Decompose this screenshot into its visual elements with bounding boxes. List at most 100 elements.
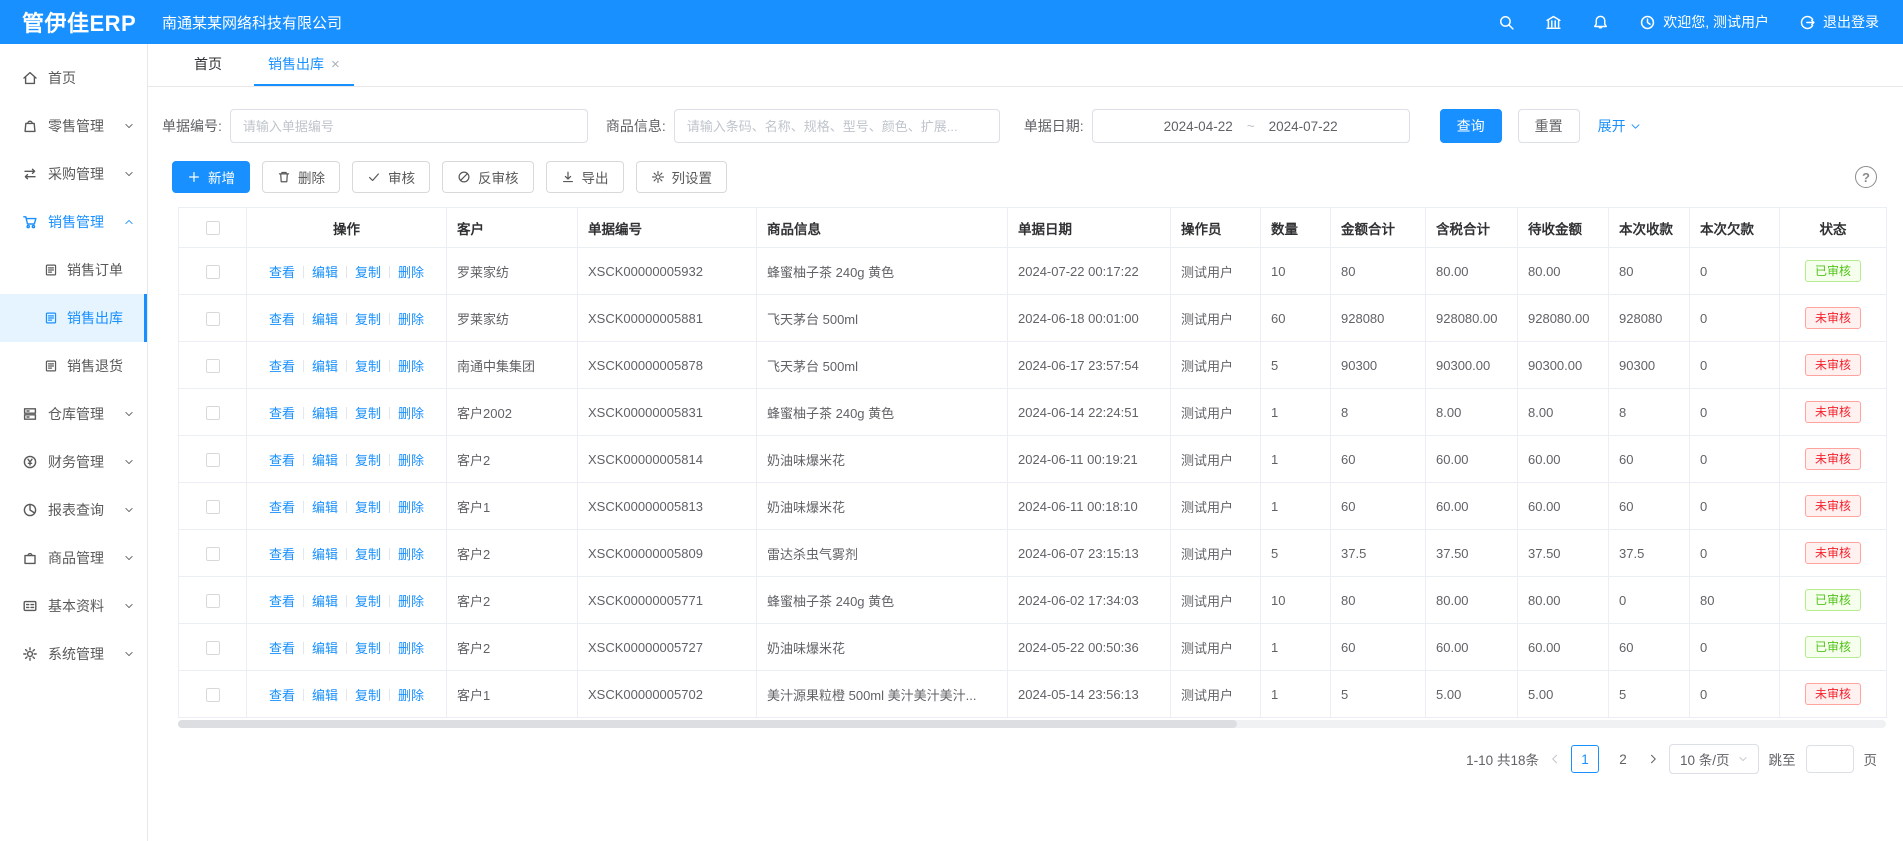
- edit-link[interactable]: 编辑: [312, 500, 338, 515]
- bank-icon[interactable]: [1545, 14, 1562, 31]
- edit-link[interactable]: 编辑: [312, 688, 338, 703]
- page-size-select[interactable]: 10 条/页: [1669, 744, 1759, 774]
- copy-link[interactable]: 复制: [355, 312, 381, 327]
- query-button[interactable]: 查询: [1440, 109, 1502, 143]
- copy-link[interactable]: 复制: [355, 406, 381, 421]
- sidebar-item-card[interactable]: 基本资料: [0, 582, 147, 630]
- view-link[interactable]: 查看: [269, 594, 295, 609]
- user-menu[interactable]: 欢迎您, 测试用户: [1639, 12, 1769, 32]
- delete-link[interactable]: 删除: [398, 688, 424, 703]
- edit-link[interactable]: 编辑: [312, 406, 338, 421]
- edit-link[interactable]: 编辑: [312, 641, 338, 656]
- sidebar-item-product[interactable]: 商品管理: [0, 534, 147, 582]
- page-button-2[interactable]: 2: [1609, 745, 1637, 773]
- help-icon[interactable]: ?: [1855, 166, 1877, 188]
- horizontal-scrollbar[interactable]: [178, 720, 1886, 728]
- row-checkbox[interactable]: [206, 688, 220, 702]
- copy-link[interactable]: 复制: [355, 359, 381, 374]
- unaudit-button[interactable]: 反审核: [442, 161, 534, 193]
- row-checkbox[interactable]: [206, 453, 220, 467]
- delete-link[interactable]: 删除: [398, 547, 424, 562]
- jump-page-input[interactable]: [1806, 745, 1854, 773]
- edit-link[interactable]: 编辑: [312, 265, 338, 280]
- delete-link[interactable]: 删除: [398, 594, 424, 609]
- cell-amount: 60: [1331, 436, 1426, 483]
- edit-link[interactable]: 编辑: [312, 359, 338, 374]
- view-link[interactable]: 查看: [269, 265, 295, 280]
- row-checkbox[interactable]: [206, 547, 220, 561]
- view-link[interactable]: 查看: [269, 500, 295, 515]
- sidebar-item-cart[interactable]: 销售管理: [0, 198, 147, 246]
- tab-home[interactable]: 首页: [180, 44, 236, 86]
- export-button[interactable]: 导出: [546, 161, 624, 193]
- expand-label: 展开: [1598, 116, 1626, 136]
- cell-received: 90300: [1609, 342, 1690, 389]
- sidebar-item-swap[interactable]: 采购管理: [0, 150, 147, 198]
- view-link[interactable]: 查看: [269, 359, 295, 374]
- add-button[interactable]: 新增: [172, 161, 250, 193]
- delete-link[interactable]: 删除: [398, 265, 424, 280]
- select-all-checkbox[interactable]: [206, 221, 220, 235]
- delete-link[interactable]: 删除: [398, 641, 424, 656]
- tab-close-icon[interactable]: ×: [331, 57, 340, 72]
- copy-link[interactable]: 复制: [355, 688, 381, 703]
- delete-link[interactable]: 删除: [398, 312, 424, 327]
- audit-button[interactable]: 审核: [352, 161, 430, 193]
- logout-button[interactable]: 退出登录: [1799, 12, 1879, 32]
- sidebar-item-home[interactable]: 首页: [0, 54, 147, 102]
- view-link[interactable]: 查看: [269, 453, 295, 468]
- column-settings-button[interactable]: 列设置: [636, 161, 728, 193]
- copy-link[interactable]: 复制: [355, 500, 381, 515]
- sidebar-subitem[interactable]: 销售退货: [0, 342, 147, 390]
- page-button-1[interactable]: 1: [1571, 745, 1599, 773]
- prev-page-icon[interactable]: [1549, 753, 1561, 765]
- next-page-icon[interactable]: [1647, 753, 1659, 765]
- view-link[interactable]: 查看: [269, 688, 295, 703]
- edit-link[interactable]: 编辑: [312, 312, 338, 327]
- copy-link[interactable]: 复制: [355, 594, 381, 609]
- delete-link[interactable]: 删除: [398, 500, 424, 515]
- product-info-input[interactable]: [674, 109, 1000, 143]
- cell-amount: 80: [1331, 248, 1426, 295]
- view-link[interactable]: 查看: [269, 547, 295, 562]
- tab-sales-outbound[interactable]: 销售出库 ×: [254, 44, 354, 86]
- date-end[interactable]: 2024-07-22: [1269, 119, 1338, 134]
- search-icon[interactable]: [1498, 14, 1515, 31]
- date-start[interactable]: 2024-04-22: [1164, 119, 1233, 134]
- edit-link[interactable]: 编辑: [312, 453, 338, 468]
- sidebar-item-warehouse[interactable]: 仓库管理: [0, 390, 147, 438]
- sidebar-item-gear[interactable]: 系统管理: [0, 630, 147, 678]
- date-range-picker[interactable]: 2024-04-22 ~ 2024-07-22: [1092, 109, 1410, 143]
- row-checkbox[interactable]: [206, 359, 220, 373]
- delete-link[interactable]: 删除: [398, 359, 424, 374]
- view-link[interactable]: 查看: [269, 406, 295, 421]
- row-checkbox[interactable]: [206, 500, 220, 514]
- copy-link[interactable]: 复制: [355, 265, 381, 280]
- page-size-value: 10 条/页: [1680, 749, 1730, 769]
- row-checkbox[interactable]: [206, 594, 220, 608]
- delete-button[interactable]: 删除: [262, 161, 340, 193]
- expand-filters-link[interactable]: 展开: [1598, 116, 1641, 136]
- doc-no-input[interactable]: [230, 109, 588, 143]
- copy-link[interactable]: 复制: [355, 453, 381, 468]
- sidebar-item-bag[interactable]: 零售管理: [0, 102, 147, 150]
- sidebar-subitem[interactable]: 销售出库: [0, 294, 147, 342]
- row-checkbox[interactable]: [206, 312, 220, 326]
- copy-link[interactable]: 复制: [355, 547, 381, 562]
- sidebar-item-pie[interactable]: 报表查询: [0, 486, 147, 534]
- bell-icon[interactable]: [1592, 14, 1609, 31]
- row-checkbox[interactable]: [206, 641, 220, 655]
- edit-link[interactable]: 编辑: [312, 594, 338, 609]
- sidebar-subitem[interactable]: 销售订单: [0, 246, 147, 294]
- view-link[interactable]: 查看: [269, 312, 295, 327]
- edit-link[interactable]: 编辑: [312, 547, 338, 562]
- delete-link[interactable]: 删除: [398, 453, 424, 468]
- copy-link[interactable]: 复制: [355, 641, 381, 656]
- delete-link[interactable]: 删除: [398, 406, 424, 421]
- cell-owed: 0: [1690, 389, 1780, 436]
- sidebar-item-finance[interactable]: 财务管理: [0, 438, 147, 486]
- reset-button[interactable]: 重置: [1518, 109, 1580, 143]
- view-link[interactable]: 查看: [269, 641, 295, 656]
- row-checkbox[interactable]: [206, 406, 220, 420]
- row-checkbox[interactable]: [206, 265, 220, 279]
